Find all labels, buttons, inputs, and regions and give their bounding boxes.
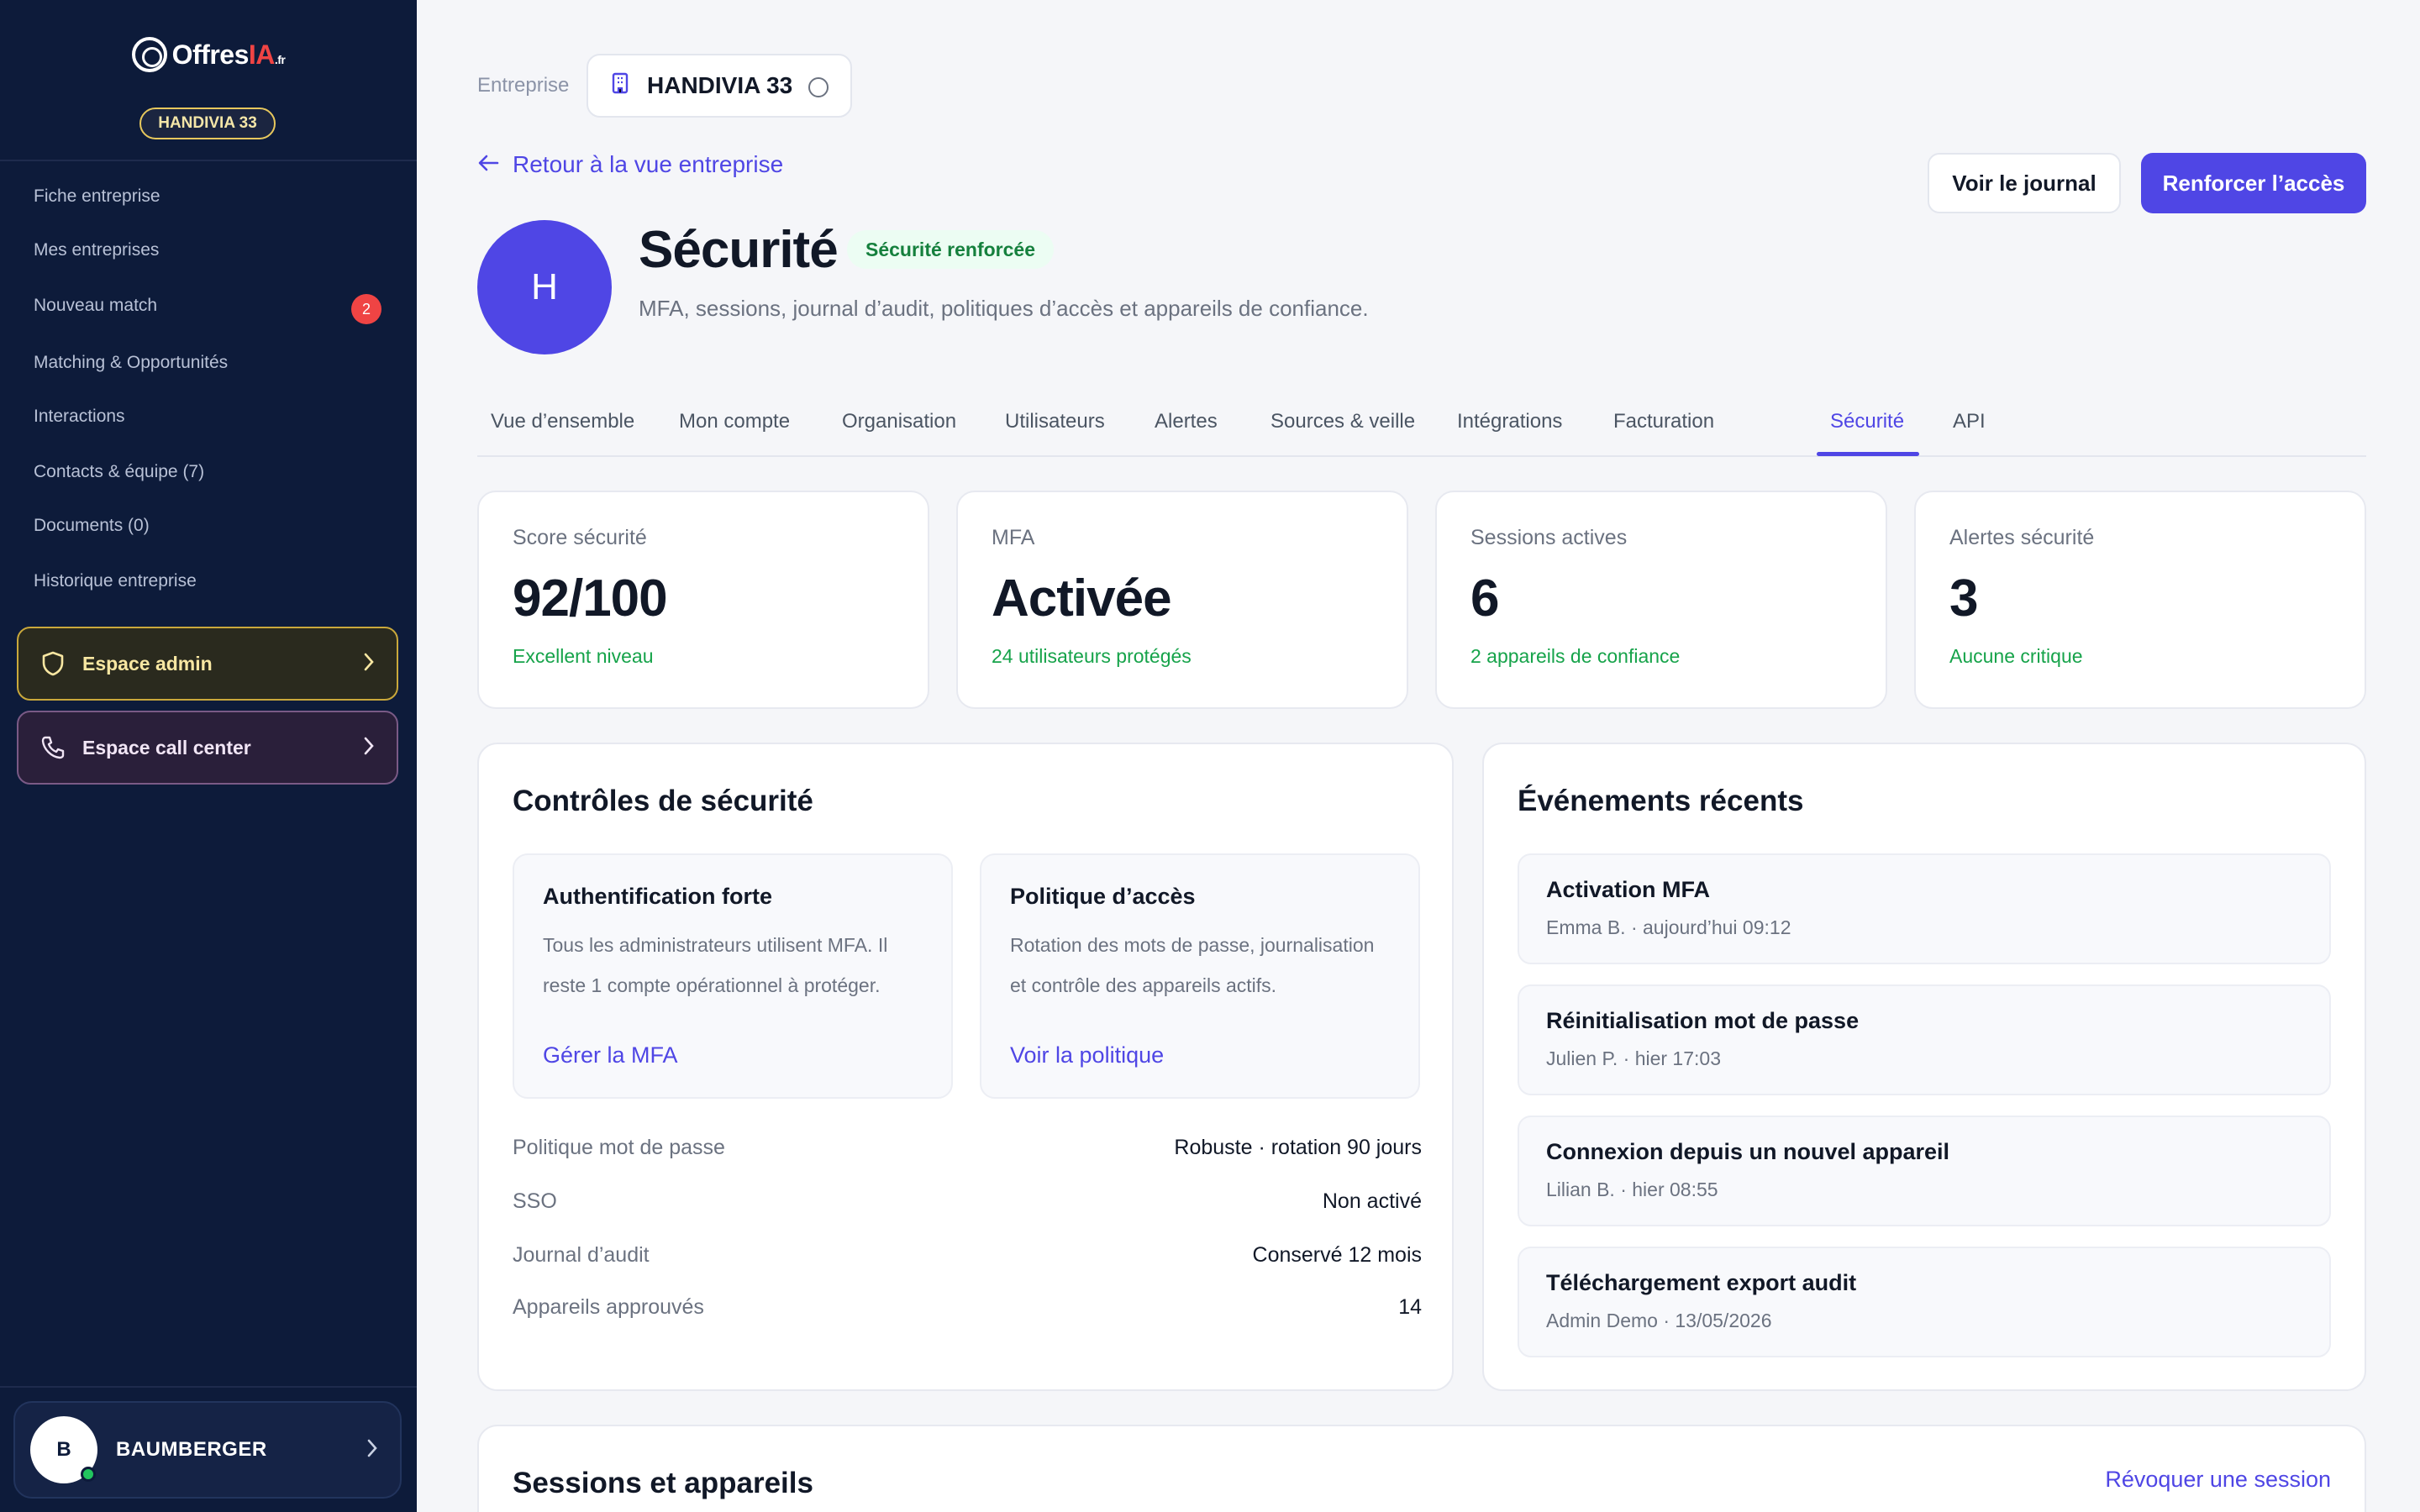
- tab-bar: Vue d’ensemble Mon compte Organisation U…: [477, 395, 2366, 457]
- phone-icon: [40, 735, 66, 760]
- sidebar-item-matching[interactable]: Matching & Opportunités: [34, 353, 228, 373]
- sidebar-item-interactions[interactable]: Interactions: [34, 407, 125, 427]
- sessions-panel: Sessions et appareils Révoquer une sessi…: [477, 1425, 2366, 1512]
- tab-organisation[interactable]: Organisation: [842, 410, 956, 433]
- sidebar-item-mes-entreprises[interactable]: Mes entreprises: [34, 240, 159, 260]
- revoke-session-link[interactable]: Révoquer une session: [2105, 1467, 2331, 1493]
- sidebar-item-fiche-entreprise[interactable]: Fiche entreprise: [34, 186, 160, 207]
- company-badge: HANDIVIA 33: [139, 108, 276, 139]
- sidebar: OffresIA.fr HANDIVIA 33 Fiche entreprise…: [0, 0, 417, 1512]
- logo-icon: [131, 37, 167, 72]
- tab-sources[interactable]: Sources & veille: [1270, 410, 1415, 433]
- tab-integrations[interactable]: Intégrations: [1457, 410, 1562, 433]
- user-menu[interactable]: B BAUMBERGER: [13, 1401, 402, 1499]
- tab-users[interactable]: Utilisateurs: [1005, 410, 1105, 433]
- building-icon: [610, 71, 630, 101]
- list-item[interactable]: Réinitialisation mot de passe Julien P. …: [1518, 984, 2331, 1095]
- chevron-right-icon: [366, 1438, 378, 1462]
- tab-billing[interactable]: Facturation: [1613, 410, 1714, 433]
- status-badge: Sécurité renforcée: [847, 230, 1054, 269]
- sidebar-item-nouveau-match[interactable]: Nouveau match: [34, 296, 157, 316]
- control-card-mfa: Authentification forte Tous les administ…: [513, 853, 953, 1099]
- active-tab-indicator: [1817, 452, 1919, 456]
- main-content: Entreprise HANDIVIA 33 Retour à la vue e…: [417, 0, 2420, 1512]
- sidebar-item-contacts[interactable]: Contacts & équipe (7): [34, 462, 204, 482]
- tab-security[interactable]: Sécurité: [1830, 410, 1904, 433]
- page-title: Sécurité: [639, 221, 839, 279]
- list-item[interactable]: Activation MFA Emma B. · aujourd’hui 09:…: [1518, 853, 2331, 964]
- user-name: BAUMBERGER: [116, 1438, 267, 1461]
- shield-icon: [40, 651, 66, 676]
- tab-api[interactable]: API: [1953, 410, 1986, 433]
- stat-card-mfa: MFA Activée 24 utilisateurs protégés: [956, 491, 1408, 709]
- list-item[interactable]: Téléchargement export audit Admin Demo ·…: [1518, 1247, 2331, 1357]
- sidebar-item-documents[interactable]: Documents (0): [34, 516, 150, 536]
- setting-row: Journal d’audit Conservé 12 mois: [513, 1243, 1422, 1267]
- chevron-right-icon: [363, 736, 375, 761]
- recent-events-panel: Événements récents Activation MFA Emma B…: [1482, 743, 2366, 1391]
- call-center-space-button[interactable]: Espace call center: [17, 711, 398, 785]
- chevron-right-icon: [363, 652, 375, 677]
- setting-row: Politique mot de passe Robuste · rotatio…: [513, 1136, 1422, 1159]
- setting-row: Appareils approuvés 14: [513, 1295, 1422, 1319]
- company-selector-label: Entreprise: [477, 74, 570, 97]
- avatar: B: [30, 1416, 97, 1483]
- tab-overview[interactable]: Vue d’ensemble: [491, 410, 634, 433]
- admin-space-button[interactable]: Espace admin: [17, 627, 398, 701]
- divider: [0, 160, 417, 161]
- list-item[interactable]: Connexion depuis un nouvel appareil Lili…: [1518, 1116, 2331, 1226]
- panel-title: Sessions et appareils: [513, 1467, 813, 1499]
- page-subtitle: MFA, sessions, journal d’audit, politiqu…: [639, 296, 1369, 321]
- stat-card-sessions: Sessions actives 6 2 appareils de confia…: [1435, 491, 1887, 709]
- divider: [0, 1386, 417, 1388]
- notification-badge: 2: [351, 294, 381, 324]
- back-link[interactable]: Retour à la vue entreprise: [477, 151, 783, 178]
- stat-card-score: Score sécurité 92/100 Excellent niveau: [477, 491, 929, 709]
- stat-card-alerts: Alertes sécurité 3 Aucune critique: [1914, 491, 2366, 709]
- company-selector[interactable]: HANDIVIA 33: [587, 54, 852, 118]
- tab-alerts[interactable]: Alertes: [1155, 410, 1218, 433]
- panel-title: Événements récents: [1518, 785, 1804, 817]
- view-policy-link[interactable]: Voir la politique: [1010, 1042, 1164, 1068]
- setting-row: SSO Non activé: [513, 1189, 1422, 1213]
- company-avatar: H: [477, 220, 612, 354]
- status-circle-icon: [808, 77, 829, 97]
- logo[interactable]: OffresIA.fr: [0, 37, 417, 72]
- arrow-left-icon: [477, 151, 499, 178]
- view-journal-button[interactable]: Voir le journal: [1928, 153, 2121, 213]
- online-status-icon: [81, 1467, 96, 1482]
- manage-mfa-link[interactable]: Gérer la MFA: [543, 1042, 678, 1068]
- control-card-access-policy: Politique d’accès Rotation des mots de p…: [980, 853, 1420, 1099]
- panel-title: Contrôles de sécurité: [513, 785, 813, 817]
- sidebar-item-historique[interactable]: Historique entreprise: [34, 571, 197, 591]
- security-controls-panel: Contrôles de sécurité Authentification f…: [477, 743, 1454, 1391]
- tab-account[interactable]: Mon compte: [679, 410, 790, 433]
- reinforce-access-button[interactable]: Renforcer l’accès: [2141, 153, 2366, 213]
